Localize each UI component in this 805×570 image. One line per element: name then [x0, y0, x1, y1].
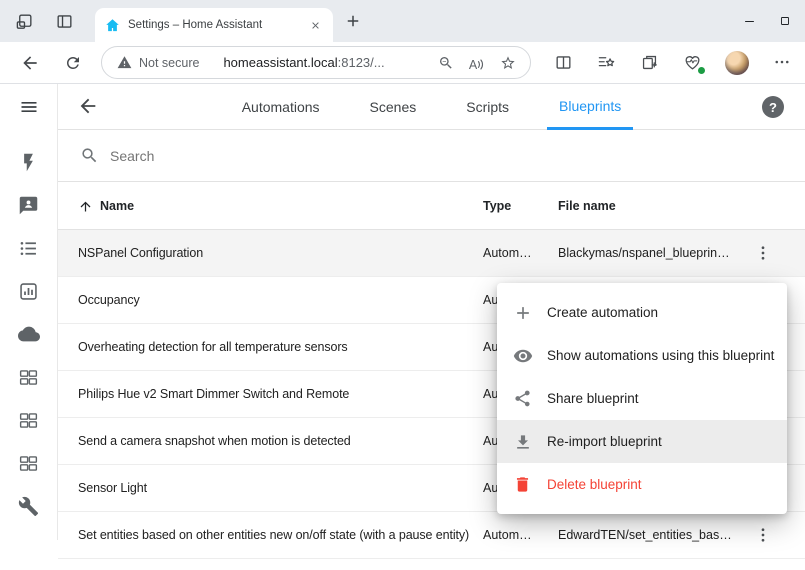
- browser-titlebar: Settings – Home Assistant: [0, 0, 805, 42]
- table-header: Name Type File name: [58, 182, 805, 230]
- window-controls: [731, 0, 803, 42]
- favorites-icon[interactable]: [597, 53, 617, 73]
- search-row: [58, 130, 805, 182]
- hamburger-menu-icon[interactable]: [17, 95, 41, 119]
- row-name: Sensor Light: [78, 465, 147, 511]
- integration-icon[interactable]: [17, 365, 41, 389]
- search-input[interactable]: [110, 148, 805, 164]
- maximize-button[interactable]: [767, 0, 803, 42]
- collections-icon[interactable]: [640, 53, 660, 73]
- plus-icon: [513, 303, 533, 323]
- favorite-star-icon[interactable]: [499, 54, 516, 71]
- tab-scenes[interactable]: Scenes: [358, 84, 429, 130]
- sort-ascending-icon: [78, 199, 93, 214]
- row-file: Blackymas/nspanel_blueprin…: [558, 230, 766, 276]
- ha-header: Automations Scenes Scripts Blueprints ?: [58, 84, 805, 130]
- download-icon: [513, 432, 533, 452]
- read-aloud-icon[interactable]: A: [468, 54, 485, 71]
- browser-toolbar: Not secure homeassistant.local:8123/... …: [0, 42, 805, 84]
- menu-item-delete-blueprint[interactable]: Delete blueprint: [497, 463, 787, 506]
- tab-title: Settings – Home Assistant: [128, 19, 299, 31]
- energy-icon[interactable]: [17, 150, 41, 174]
- menu-item-reimport-blueprint[interactable]: Re-import blueprint: [497, 420, 787, 463]
- row-name: Set entities based on other entities new…: [78, 512, 469, 558]
- ha-sidebar: [0, 84, 58, 540]
- cloud-icon[interactable]: [17, 322, 41, 346]
- row-type: Autom…: [483, 512, 551, 558]
- trash-icon: [513, 475, 533, 495]
- back-button[interactable]: [19, 52, 41, 74]
- tab-scripts[interactable]: Scripts: [454, 84, 521, 130]
- integration-icon[interactable]: [17, 451, 41, 475]
- menu-item-show-automations[interactable]: Show automations using this blueprint: [497, 334, 787, 377]
- not-secure-warning-icon: [117, 55, 132, 70]
- help-button[interactable]: ?: [762, 96, 784, 118]
- table-row[interactable]: Set entities based on other entities new…: [58, 512, 805, 559]
- row-name: Occupancy: [78, 277, 140, 323]
- menu-item-share-blueprint[interactable]: Share blueprint: [497, 377, 787, 420]
- not-secure-label[interactable]: Not secure: [139, 56, 199, 70]
- menu-item-create-automation[interactable]: Create automation: [497, 291, 787, 334]
- integration-icon[interactable]: [17, 408, 41, 432]
- url-text: homeassistant.local:8123/...: [223, 55, 384, 70]
- row-overflow-menu-icon[interactable]: [751, 523, 775, 547]
- row-overflow-menu-icon[interactable]: [751, 241, 775, 265]
- row-name: NSPanel Configuration: [78, 230, 203, 276]
- tab-automations[interactable]: Automations: [230, 84, 332, 130]
- share-icon: [513, 389, 533, 409]
- search-icon: [80, 146, 99, 165]
- row-name: Philips Hue v2 Smart Dimmer Switch and R…: [78, 371, 349, 417]
- logbook-icon[interactable]: [17, 236, 41, 260]
- settings-more-icon[interactable]: [773, 53, 793, 73]
- developer-tools-icon[interactable]: [17, 494, 41, 518]
- reload-button[interactable]: [62, 52, 84, 74]
- row-file: EdwardTEN/set_entities_bas…: [558, 512, 766, 558]
- row-context-menu: Create automation Show automations using…: [497, 283, 787, 514]
- column-header-type[interactable]: Type: [483, 182, 511, 230]
- column-header-name[interactable]: Name: [78, 182, 134, 230]
- url-host: homeassistant.local: [223, 55, 337, 70]
- url-path: :8123/...: [338, 55, 385, 70]
- minimize-button[interactable]: [731, 0, 767, 42]
- browser-essentials-icon[interactable]: [683, 53, 703, 73]
- assist-icon[interactable]: [17, 193, 41, 217]
- browser-tab[interactable]: Settings – Home Assistant: [95, 8, 333, 42]
- workspaces-icon[interactable]: [10, 7, 38, 35]
- row-name: Overheating detection for all temperatur…: [78, 324, 348, 370]
- profile-avatar[interactable]: [725, 51, 749, 75]
- split-screen-icon[interactable]: [554, 53, 574, 73]
- ha-tab-bar: Automations Scenes Scripts Blueprints: [58, 84, 805, 130]
- table-row[interactable]: NSPanel Configuration Autom… Blackymas/n…: [58, 230, 805, 277]
- history-icon[interactable]: [17, 279, 41, 303]
- new-tab-button[interactable]: [344, 12, 364, 32]
- vertical-tabs-icon[interactable]: [50, 7, 78, 35]
- tab-blueprints[interactable]: Blueprints: [547, 84, 633, 130]
- essentials-status-dot: [697, 66, 706, 75]
- home-assistant-logo-icon: [105, 18, 120, 33]
- row-type: Autom…: [483, 230, 551, 276]
- address-bar[interactable]: Not secure homeassistant.local:8123/... …: [101, 46, 531, 79]
- zoom-out-icon[interactable]: [437, 54, 454, 71]
- tab-close-icon[interactable]: [307, 17, 323, 33]
- row-name: Send a camera snapshot when motion is de…: [78, 418, 351, 464]
- column-header-file[interactable]: File name: [558, 182, 616, 230]
- eye-icon: [513, 346, 533, 366]
